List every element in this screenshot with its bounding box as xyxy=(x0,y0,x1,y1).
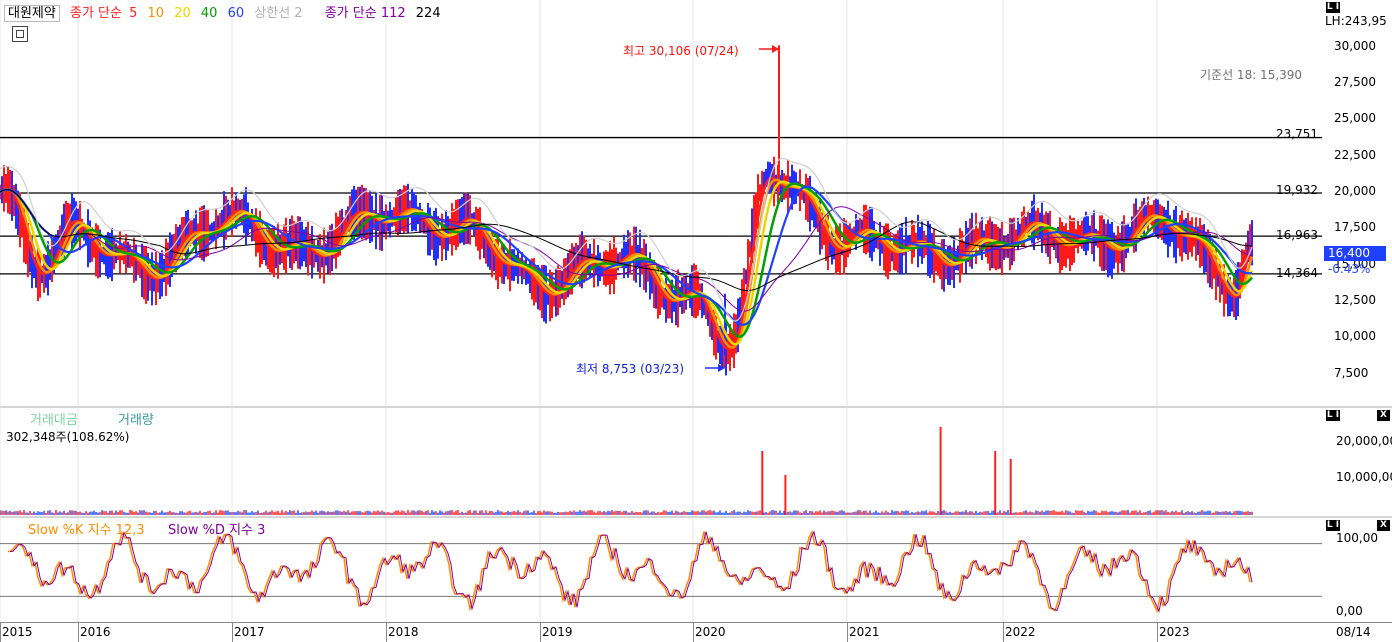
volume-panel-close-button[interactable]: X xyxy=(1377,410,1390,421)
time-axis-tick xyxy=(0,623,1,642)
stoch-k-label: Slow %K 지수 12,3 xyxy=(28,523,145,538)
stochastic-panel[interactable]: Slow %K 지수 12,3 Slow %D 지수 3 xyxy=(0,518,1322,622)
stock-name: 대원제약 xyxy=(4,5,60,22)
high-annotation: 최고 30,106 (07/24) xyxy=(623,44,739,58)
price-axis-top-label: LH:243,95 xyxy=(1325,14,1387,28)
price-axis-tick: 20,000 xyxy=(1334,184,1376,199)
volume-panel-lock-button[interactable]: L I xyxy=(1326,410,1340,421)
ma-40: 40 xyxy=(200,6,218,21)
price-axis-tick: 27,500 xyxy=(1334,75,1376,90)
time-axis-label: 2019 xyxy=(542,625,573,639)
time-axis-tick xyxy=(386,623,387,642)
ma-60: 60 xyxy=(227,6,245,21)
time-axis-tick xyxy=(693,623,694,642)
panel-lock-button[interactable]: L I xyxy=(1326,2,1340,13)
ma-5: 5 xyxy=(129,6,138,21)
hline-label-3: 16,963 xyxy=(1276,228,1318,242)
low-annotation: 최저 8,753 (03/23) xyxy=(576,362,685,376)
price-axis[interactable]: L I LH:243,95 30,000 27,500 25,000 22,500 20… xyxy=(1322,0,1392,406)
time-axis-tick xyxy=(78,623,79,642)
stoch-tick-100: 100,00 xyxy=(1336,531,1378,545)
price-panel[interactable]: 대원제약 종가 단순 5 10 20 40 60 상한선 2 종가 단순 112… xyxy=(0,0,1322,406)
price-chart-svg xyxy=(0,0,1322,406)
upper-line-label: 상한선 2 xyxy=(254,6,303,21)
ma-10: 10 xyxy=(147,6,165,21)
volume-axis[interactable]: L I X 20,000,00 10,000,00 xyxy=(1322,408,1392,516)
volume-tick-1: 20,000,00 xyxy=(1336,434,1392,448)
time-axis-tick xyxy=(1003,623,1004,642)
stoch-tick-0: 0,00 xyxy=(1336,604,1363,618)
time-axis-label: 2015 xyxy=(2,625,33,639)
time-axis-label: 2022 xyxy=(1005,625,1036,639)
volume-panel[interactable]: 거래대금 거래량 302,348주(108.62%) xyxy=(0,408,1322,516)
current-date-label: 08/14 xyxy=(1336,625,1371,639)
time-axis-label: 2021 xyxy=(849,625,880,639)
hline-label-4: 14,364 xyxy=(1276,266,1318,280)
stochastic-axis[interactable]: L I X 100,00 0,00 xyxy=(1322,518,1392,622)
price-axis-tick: 25,000 xyxy=(1334,111,1376,126)
stoch-d-label: Slow %D 지수 3 xyxy=(168,523,266,538)
ma-label: 종가 단순 xyxy=(69,6,122,21)
price-axis-tick: 10,000 xyxy=(1334,329,1376,344)
volume-tick-2: 10,000,00 xyxy=(1336,470,1392,484)
volume-chart-svg xyxy=(0,408,1253,516)
volume-title-amount: 거래대금 xyxy=(30,413,78,428)
time-axis-label: 2023 xyxy=(1159,625,1190,639)
time-axis-label: 2016 xyxy=(80,625,111,639)
volume-title-volume: 거래량 xyxy=(118,413,154,428)
time-axis-tick xyxy=(847,623,848,642)
price-axis-tick: 22,500 xyxy=(1334,147,1376,162)
time-axis[interactable]: 2015 2016 2017 2018 2019 2020 2021 2022 2023 08/… xyxy=(0,622,1392,642)
time-axis-label: 2017 xyxy=(234,625,265,639)
ma-20: 20 xyxy=(174,6,191,21)
long-ma-label: 종가 단순 112 xyxy=(324,6,406,21)
price-axis-tick: 17,500 xyxy=(1334,220,1376,235)
price-axis-tick: 7,500 xyxy=(1334,365,1369,380)
current-change: -0.43% xyxy=(1328,262,1371,276)
time-axis-tick xyxy=(540,623,541,642)
stoch-panel-close-button[interactable]: X xyxy=(1377,520,1390,531)
hline-label-2: 19,932 xyxy=(1276,183,1318,197)
hline-label-1: 23,751 xyxy=(1276,127,1318,141)
time-axis-tick xyxy=(1157,623,1158,642)
time-axis-tick xyxy=(232,623,233,642)
long-ma-extra: 224 xyxy=(415,6,441,21)
time-axis-label: 2020 xyxy=(695,625,726,639)
price-axis-tick: 30,000 xyxy=(1334,38,1376,53)
high-arrow-head xyxy=(772,45,779,53)
volume-readout: 302,348주(108.62%) xyxy=(6,430,130,444)
time-axis-label: 2018 xyxy=(388,625,419,639)
price-legend: 대원제약 종가 단순 5 10 20 40 60 상한선 2 종가 단순 112… xyxy=(4,2,447,22)
base-line-annotation: 기준선 18: 15,390 xyxy=(1200,68,1303,82)
current-price: 16,400 xyxy=(1328,246,1370,260)
price-axis-tick: 12,500 xyxy=(1334,292,1376,307)
stoch-panel-lock-button[interactable]: L I xyxy=(1326,520,1340,531)
current-price-badge: 16,400 xyxy=(1324,246,1386,261)
expand-toggle-button[interactable] xyxy=(12,26,28,42)
